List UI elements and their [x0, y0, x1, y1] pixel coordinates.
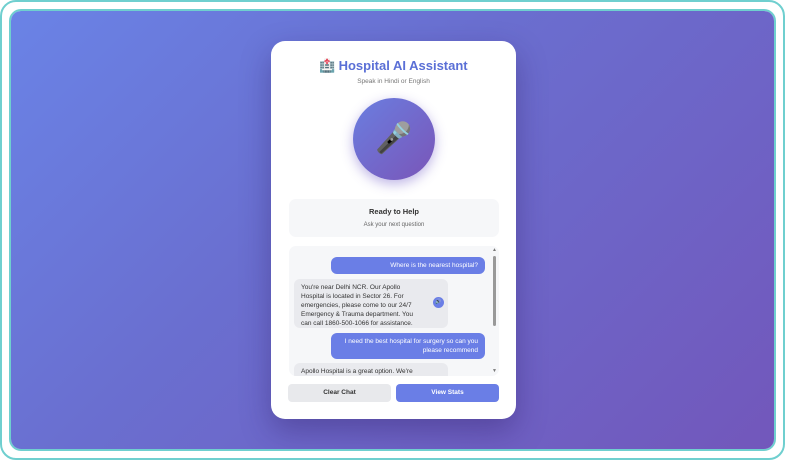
assistant-card: 🏥 Hospital AI Assistant Speak in Hindi or…	[271, 41, 516, 419]
assistant-message-text: Apollo Hospital is a great option. We're	[301, 368, 413, 375]
user-message: I need the best hospital for surgery so …	[331, 333, 485, 359]
assistant-message: Apollo Hospital is a great option. We're	[294, 363, 448, 376]
scrollbar-thumb[interactable]	[493, 256, 496, 326]
status-title: Ready to Help	[368, 207, 419, 216]
microphone-icon: 🎤	[375, 122, 413, 155]
page-title: 🏥 Hospital AI Assistant	[271, 58, 516, 74]
clear-chat-button[interactable]: Clear Chat	[288, 384, 391, 402]
chat-messages: Where is the nearest hospital? You're ne…	[289, 246, 489, 376]
microphone-button[interactable]: 🎤	[353, 98, 435, 180]
status-panel: Ready to Help Ask your next question	[289, 199, 499, 237]
hospital-icon: 🏥	[319, 58, 336, 73]
speaker-icon[interactable]: 🔊	[433, 297, 444, 308]
scroll-up-icon[interactable]: ▲	[492, 247, 497, 253]
page-subtitle: Speak in Hindi or English	[357, 78, 430, 85]
status-subtitle: Ask your next question	[363, 222, 425, 228]
page-title-text: Hospital AI Assistant	[338, 58, 468, 73]
user-message: Where is the nearest hospital?	[331, 257, 485, 274]
assistant-message: You're near Delhi NCR. Our Apollo Hospit…	[294, 279, 448, 328]
browser-viewport: 🏥 Hospital AI Assistant Speak in Hindi or…	[9, 9, 776, 451]
chat-history[interactable]: Where is the nearest hospital? You're ne…	[289, 246, 499, 376]
chat-scrollbar[interactable]: ▲ ▼	[490, 246, 499, 376]
scroll-down-icon[interactable]: ▼	[492, 368, 497, 374]
view-stats-button[interactable]: View Stats	[396, 384, 499, 402]
assistant-message-text: You're near Delhi NCR. Our Apollo Hospit…	[301, 284, 414, 327]
